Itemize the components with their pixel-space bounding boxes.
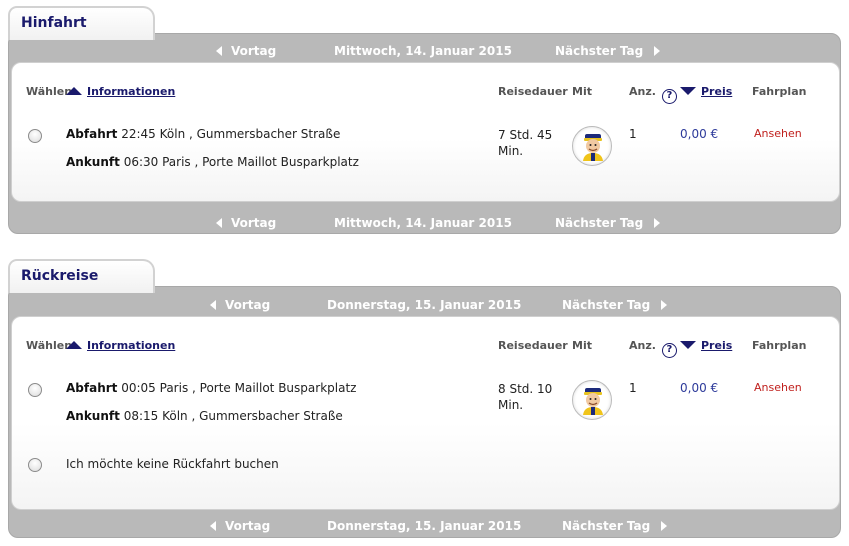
departure-line: Abfahrt 22:45 Köln , Gummersbacher Straß… — [66, 127, 341, 141]
trip-duration: 7 Std. 45 Min. — [498, 128, 553, 158]
sort-asc-icon — [66, 341, 82, 349]
current-date: Donnerstag, 15. Januar 2015 — [327, 298, 522, 312]
no-return-label: Ich möchte keine Rückfahrt buchen — [66, 457, 279, 471]
col-duration-header: Reisedauer — [498, 85, 568, 98]
col-timetable-header: Fahrplan — [752, 339, 807, 352]
arrival-line: Ankunft 06:30 Paris , Porte Maillot Busp… — [66, 155, 359, 169]
arrow-left-icon — [210, 521, 216, 531]
price-sort-link[interactable]: Preis — [701, 85, 732, 98]
return-tab: Rückreise — [8, 259, 155, 293]
prev-day-button[interactable]: Vortag — [216, 44, 276, 58]
next-day-button[interactable]: Nächster Tag — [562, 519, 668, 533]
outbound-section: Hinfahrt Vortag Mittwoch, 14. Januar 201… — [8, 6, 841, 236]
return-box: Vortag Donnerstag, 15. Januar 2015 Nächs… — [8, 286, 841, 538]
next-day-button[interactable]: Nächster Tag — [555, 216, 661, 230]
prev-day-button[interactable]: Vortag — [210, 519, 270, 533]
arrow-right-icon — [661, 521, 668, 531]
sort-asc-icon — [66, 87, 82, 95]
passenger-count: 1 — [629, 127, 637, 141]
arrow-left-icon — [216, 46, 222, 56]
outbound-tab: Hinfahrt — [8, 6, 155, 40]
outbound-tab-label: Hinfahrt — [21, 15, 87, 31]
info-sort-link[interactable]: Informationen — [87, 85, 175, 98]
sort-desc-icon — [680, 341, 696, 349]
arrow-left-icon — [216, 218, 222, 228]
current-date: Donnerstag, 15. Januar 2015 — [327, 519, 522, 533]
trip-price: 0,00 € — [680, 381, 719, 395]
arrow-left-icon — [210, 300, 216, 310]
bus-driver-mascot-icon — [572, 126, 612, 166]
col-timetable-header: Fahrplan — [752, 85, 807, 98]
col-info-header[interactable]: Informationen — [66, 339, 175, 352]
col-duration-header: Reisedauer — [498, 339, 568, 352]
info-sort-link[interactable]: Informationen — [87, 339, 175, 352]
trip-price: 0,00 € — [680, 127, 719, 141]
return-tab-label: Rückreise — [21, 268, 99, 284]
return-nav-bottom: Vortag Donnerstag, 15. Januar 2015 Nächs… — [9, 513, 840, 541]
arrow-right-icon — [654, 218, 661, 228]
arrow-right-icon — [654, 46, 661, 56]
arrival-line: Ankunft 08:15 Köln , Gummersbacher Straß… — [66, 409, 343, 423]
prev-day-button[interactable]: Vortag — [216, 216, 276, 230]
outbound-results-panel: Wählen Informationen Reisedauer Mit Anz.… — [11, 62, 840, 202]
prev-day-button[interactable]: Vortag — [210, 298, 270, 312]
bus-driver-mascot-icon — [572, 380, 612, 420]
col-price-header[interactable]: Preis — [680, 339, 732, 352]
outbound-box: Vortag Mittwoch, 14. Januar 2015 Nächste… — [8, 33, 841, 234]
trip-duration: 8 Std. 10 Min. — [498, 382, 553, 412]
current-date: Mittwoch, 14. Januar 2015 — [334, 44, 512, 58]
next-day-button[interactable]: Nächster Tag — [555, 44, 661, 58]
price-sort-link[interactable]: Preis — [701, 339, 732, 352]
arrow-right-icon — [661, 300, 668, 310]
next-day-button[interactable]: Nächster Tag — [562, 298, 668, 312]
help-icon[interactable]: ? — [661, 89, 677, 104]
departure-line: Abfahrt 00:05 Paris , Porte Maillot Busp… — [66, 381, 357, 395]
col-price-header[interactable]: Preis — [680, 85, 732, 98]
trip-select-radio[interactable] — [28, 383, 42, 397]
col-info-header[interactable]: Informationen — [66, 85, 175, 98]
passenger-count: 1 — [629, 381, 637, 395]
no-return-radio[interactable] — [28, 458, 42, 472]
sort-desc-icon — [680, 87, 696, 95]
help-icon[interactable]: ? — [661, 343, 677, 358]
outbound-nav-bottom: Vortag Mittwoch, 14. Januar 2015 Nächste… — [9, 210, 840, 238]
col-with-header: Mit — [572, 339, 592, 352]
trip-select-radio[interactable] — [28, 129, 42, 143]
current-date: Mittwoch, 14. Januar 2015 — [334, 216, 512, 230]
timetable-view-link[interactable]: Ansehen — [754, 381, 802, 394]
return-section: Rückreise Vortag Donnerstag, 15. Januar … — [8, 259, 841, 543]
col-count-header: Anz.? — [629, 85, 677, 104]
return-results-panel: Wählen Informationen Reisedauer Mit Anz.… — [11, 316, 840, 510]
col-count-header: Anz.? — [629, 339, 677, 358]
timetable-view-link[interactable]: Ansehen — [754, 127, 802, 140]
col-with-header: Mit — [572, 85, 592, 98]
